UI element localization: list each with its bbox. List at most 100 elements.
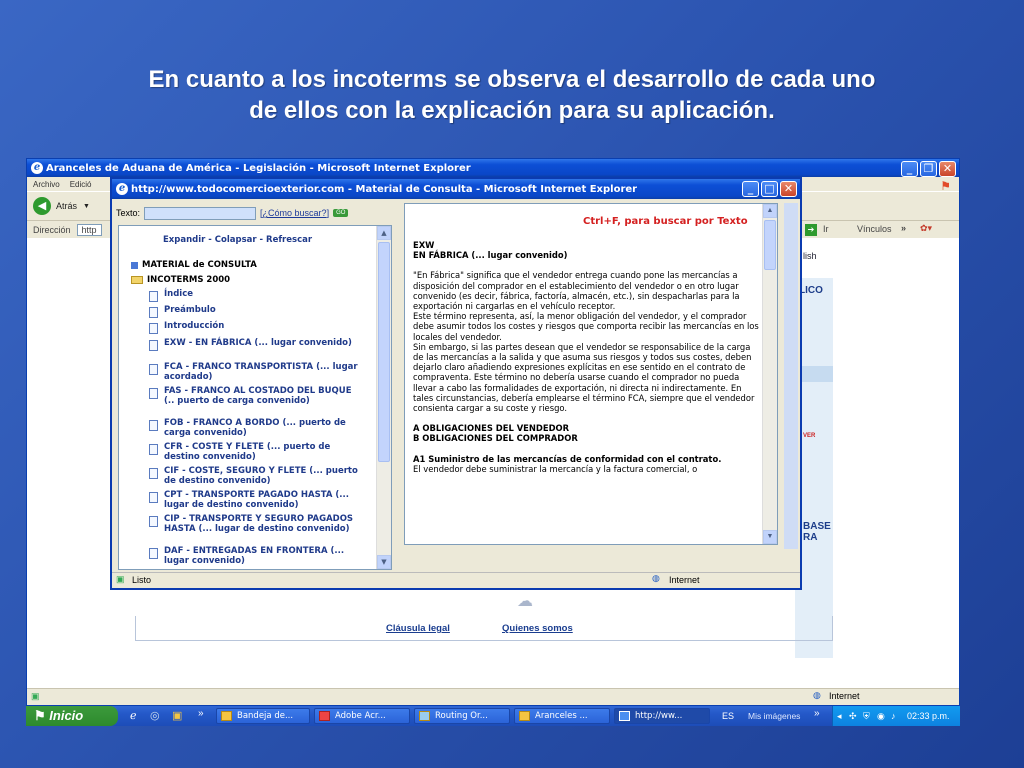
links-expand-icon[interactable]: » [901, 223, 906, 233]
scroll-down-button[interactable]: ▼ [377, 555, 391, 569]
document-icon [149, 548, 158, 559]
tree-item-label: DAF - ENTREGADAS EN FRONTERA (... lugar … [164, 546, 345, 566]
find-hint: Ctrl+F, para buscar por Texto [583, 216, 748, 227]
back-button-label[interactable]: Atrás [56, 201, 77, 211]
task-aranceles[interactable]: Aranceles ... [514, 708, 610, 724]
minimize-button[interactable]: _ [901, 161, 918, 177]
toc-tree-pane: Expandir - Colapsar - Refrescar MATERIAL… [118, 225, 392, 570]
document-icon [149, 444, 158, 455]
tree-item-label: Índice [164, 289, 194, 299]
start-button[interactable]: ⚑ Inicio [26, 706, 118, 726]
tray-network-icon[interactable]: ✣ [849, 706, 857, 726]
tree-root[interactable]: MATERIAL de CONSULTA [131, 260, 257, 270]
tree-item-label: CPT - TRANSPORTE PAGADO HASTA (... lugar… [164, 490, 349, 510]
side-text-lish: lish [803, 251, 817, 261]
tree-controls[interactable]: Expandir - Colapsar - Refrescar [163, 235, 312, 245]
tree-item-introduccion[interactable]: Introducción [149, 321, 361, 334]
close-button[interactable]: ✕ [939, 161, 956, 177]
tree-item-label: CIF - COSTE, SEGURO Y FLETE (... puerto … [164, 466, 358, 486]
tree-item-indice[interactable]: Índice [149, 289, 361, 302]
tray-back-icon[interactable]: ◂ [837, 706, 842, 726]
side-text-lico: LICO [799, 285, 823, 296]
tree-folder[interactable]: INCOTERMS 2000 [131, 275, 230, 285]
legal-link[interactable]: Cláusula legal [386, 623, 450, 634]
about-link[interactable]: Quienes somos [502, 623, 573, 634]
tray-alert-icon[interactable]: ◉ [877, 706, 885, 726]
task-adobe[interactable]: Adobe Acr... [314, 708, 410, 724]
help-link-label[interactable]: ¿Cómo buscar? [263, 208, 327, 218]
open-folder-icon [131, 276, 143, 284]
address-input[interactable]: http [76, 224, 102, 236]
tree-item-cfr[interactable]: CFR - COSTE Y FLETE (... puerto de desti… [149, 442, 361, 462]
tree-item-fob[interactable]: FOB - FRANCO A BORDO (... puerto de carg… [149, 418, 361, 438]
tree-item-label: FOB - FRANCO A BORDO (... puerto de carg… [164, 418, 346, 438]
tree-item-exw[interactable]: EXW - EN FÁBRICA (... lugar convenido) [149, 338, 361, 351]
pdf-icon [319, 711, 330, 721]
my-images-toolbar[interactable]: Mis imágenes [748, 711, 800, 721]
menu-archivo[interactable]: Archivo [33, 180, 60, 189]
tree-item-preambulo[interactable]: Preámbulo [149, 305, 361, 318]
help-link[interactable]: [¿Cómo buscar?] [260, 208, 329, 218]
close-button[interactable]: ✕ [780, 181, 797, 197]
document-text: EXW EN FÁBRICA (... lugar convenido) "En… [413, 240, 761, 474]
scroll-up-button[interactable]: ▲ [763, 204, 777, 218]
tree-item-cip[interactable]: CIP - TRANSPORTE Y SEGURO PAGADOS HASTA … [149, 514, 361, 534]
task-http[interactable]: http://ww... [614, 708, 710, 724]
minimize-button[interactable]: _ [742, 181, 759, 197]
tree-item-cpt[interactable]: CPT - TRANSPORTE PAGADO HASTA (... lugar… [149, 490, 361, 510]
frame-divider [784, 203, 798, 549]
scroll-thumb[interactable] [764, 220, 776, 270]
scroll-up-button[interactable]: ▲ [377, 226, 391, 240]
tools-icon[interactable]: ✿▾ [920, 223, 932, 234]
back-window-title: Aranceles de Aduana de América - Legisla… [46, 162, 471, 174]
tray-volume-icon[interactable]: ♪ [891, 706, 896, 726]
document-icon [149, 492, 158, 503]
document-icon [149, 291, 158, 302]
collapse-icon[interactable] [131, 261, 138, 269]
quicklaunch-outlook-icon[interactable]: ◎ [150, 709, 160, 722]
go-arrow-icon[interactable]: ➔ [805, 224, 817, 236]
task-routing[interactable]: Routing Or... [414, 708, 510, 724]
front-browser-window: e http://www.todocomercioexterior.com - … [110, 177, 802, 590]
language-indicator[interactable]: ES [722, 711, 734, 721]
back-window-titlebar: e Aranceles de Aduana de América - Legis… [27, 159, 959, 177]
task-bandeja[interactable]: Bandeja de... [216, 708, 310, 724]
quicklaunch-folder-icon[interactable]: ▣ [172, 709, 182, 722]
zone-globe-icon: ◍ [652, 573, 660, 583]
search-input[interactable] [144, 206, 257, 220]
go-button[interactable]: GO [333, 209, 349, 217]
maximize-button[interactable]: □ [761, 181, 778, 197]
document-icon [149, 307, 158, 318]
tree-item-fas[interactable]: FAS - FRANCO AL COSTADO DEL BUQUE (.. pu… [149, 386, 361, 406]
start-label: Inicio [49, 708, 84, 723]
slide-title-line-1: En cuanto a los incoterms se observa el … [148, 66, 876, 93]
toolbar-expand-icon[interactable]: » [814, 708, 820, 719]
maximize-button[interactable]: ❐ [920, 161, 937, 177]
doc-paragraph-3: Sin embargo, si las partes desean que el… [413, 341, 755, 414]
tree-item-fca[interactable]: FCA - FRANCO TRANSPORTISTA (... lugar ac… [149, 362, 361, 382]
tree-item-daf[interactable]: DAF - ENTREGADAS EN FRONTERA (... lugar … [149, 546, 361, 566]
menu-edicion[interactable]: Edició [70, 180, 92, 189]
page-icon: ▣ [116, 574, 125, 584]
tree-item-label: CIP - TRANSPORTE Y SEGURO PAGADOS HASTA … [164, 514, 354, 534]
go-label[interactable]: Ir [823, 224, 829, 234]
back-arrow-icon[interactable]: ◀ [33, 197, 51, 215]
back-statusbar: ▣ ◍ Internet [27, 688, 959, 705]
doc-a1-heading: A1 Suministro de las mercancías de confo… [413, 453, 722, 464]
clock[interactable]: 02:33 p.m. [907, 706, 950, 726]
tree-item-cif[interactable]: CIF - COSTE, SEGURO Y FLETE (... puerto … [149, 466, 361, 486]
task-label: http://ww... [635, 711, 683, 721]
tree-scrollbar[interactable]: ▲ ▼ [376, 226, 391, 569]
links-label[interactable]: Vínculos [857, 224, 892, 234]
tray-shield-icon[interactable]: ⛨ [863, 706, 870, 726]
dropdown-icon[interactable]: ▼ [83, 203, 90, 210]
ie-icon [619, 711, 630, 721]
ie-icon: e [116, 183, 128, 195]
scroll-thumb[interactable] [378, 242, 390, 462]
quicklaunch-ie-icon[interactable]: ℯ [130, 709, 137, 722]
scroll-down-button[interactable]: ▼ [763, 530, 777, 544]
document-scrollbar[interactable]: ▲ ▼ [762, 204, 777, 544]
page-icon: ▣ [31, 691, 40, 701]
quicklaunch-expand-icon[interactable]: » [198, 708, 204, 719]
search-bar: Texto: [¿Cómo buscar?] GO [116, 204, 396, 222]
